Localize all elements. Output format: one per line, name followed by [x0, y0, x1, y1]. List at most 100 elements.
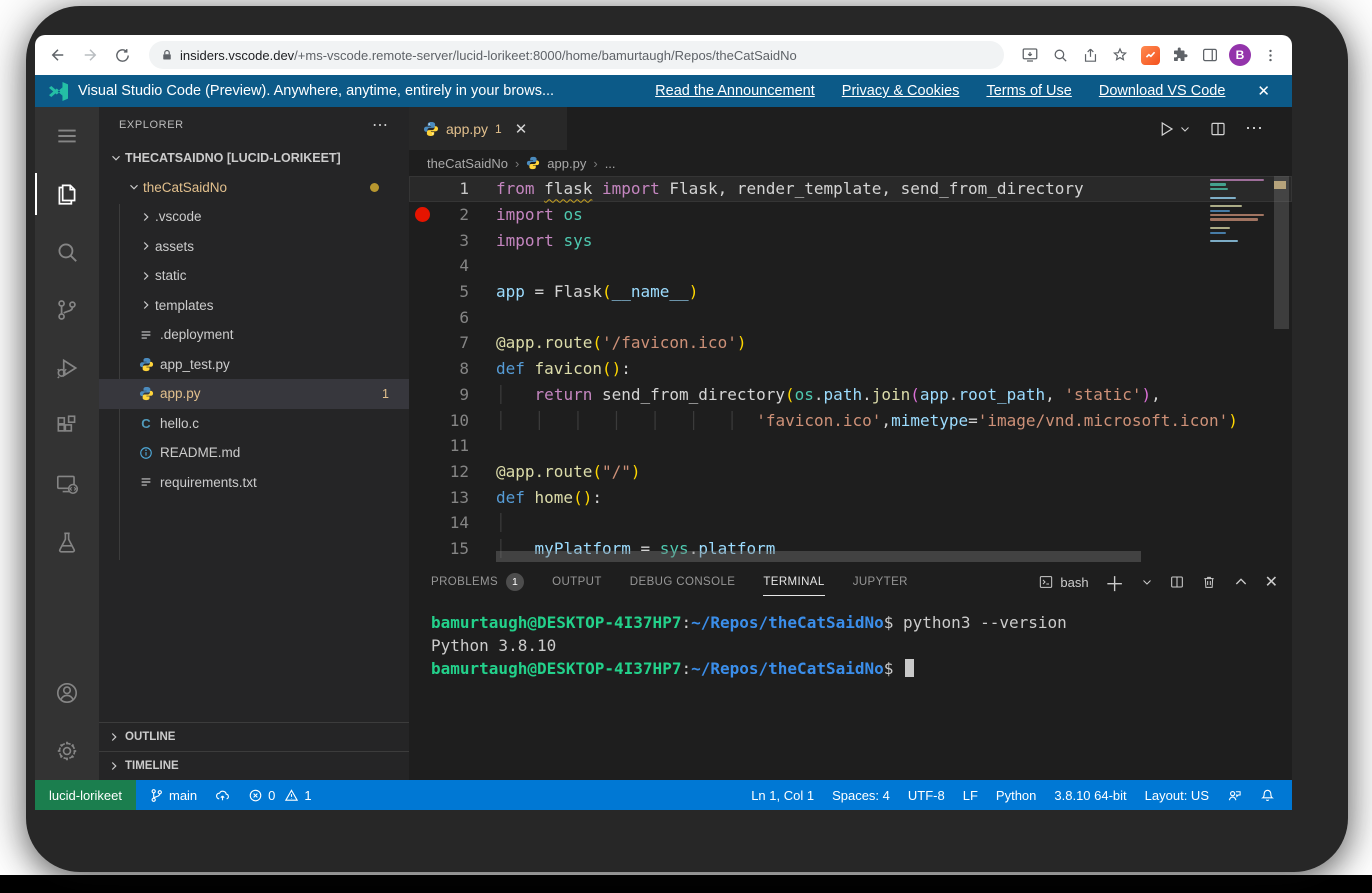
status-item-lf[interactable]: LF: [954, 788, 987, 803]
side-panel-icon[interactable]: [1198, 43, 1222, 67]
panel-tab-output[interactable]: OUTPUT: [552, 563, 602, 601]
breadcrumb-folder[interactable]: theCatSaidNo: [427, 156, 508, 171]
code-line-8[interactable]: 8def favicon():: [409, 356, 1292, 382]
panel-tab-debug-console[interactable]: DEBUG CONSOLE: [630, 563, 736, 601]
notifications-bell-icon[interactable]: [1251, 788, 1284, 803]
tree-item-requirements-txt[interactable]: requirements.txt: [99, 468, 409, 498]
extensions-puzzle-icon[interactable]: [1168, 43, 1192, 67]
account-icon[interactable]: [35, 664, 99, 722]
publish-item[interactable]: [206, 780, 239, 810]
banner-link[interactable]: Privacy & Cookies: [842, 83, 960, 99]
tree-item--deployment[interactable]: .deployment: [99, 320, 409, 350]
address-bar[interactable]: insiders.vscode.dev/+ms-vscode.remote-se…: [149, 41, 1004, 69]
tree-item-hello-c[interactable]: Chello.c: [99, 409, 409, 439]
status-item-3-8-10-64-bit[interactable]: 3.8.10 64-bit: [1045, 788, 1135, 803]
tree-item-assets[interactable]: assets: [99, 232, 409, 262]
tree-item-app-py[interactable]: app.py1: [99, 379, 409, 409]
run-python-icon[interactable]: [1157, 120, 1191, 138]
panel-tab-problems[interactable]: PROBLEMS1: [431, 563, 524, 601]
terminal[interactable]: bamurtaugh@DESKTOP-4I37HP7:~/Repos/theCa…: [409, 601, 1292, 780]
settings-gear-icon[interactable]: [35, 722, 99, 780]
tab-app-py[interactable]: app.py 1 ✕: [409, 107, 567, 150]
code-line-3[interactable]: 3import sys: [409, 227, 1292, 253]
kill-terminal-icon[interactable]: [1201, 574, 1217, 590]
banner-link[interactable]: Read the Announcement: [655, 83, 815, 99]
tree-item--vscode[interactable]: .vscode: [99, 202, 409, 232]
tree-item-thecatsaidno[interactable]: theCatSaidNo: [99, 173, 409, 203]
panel-tab-jupyter[interactable]: JUPYTER: [853, 563, 908, 601]
search-icon[interactable]: [35, 223, 99, 281]
new-terminal-icon[interactable]: ＋: [1105, 568, 1125, 597]
minimap[interactable]: [1210, 179, 1268, 245]
share-icon[interactable]: [1078, 43, 1102, 67]
bookmark-star-icon[interactable]: [1108, 43, 1132, 67]
extensions-icon[interactable]: [35, 397, 99, 455]
vscode-logo-icon: [49, 82, 68, 101]
code-line-4[interactable]: 4: [409, 253, 1292, 279]
panel-tab-terminal[interactable]: TERMINAL: [763, 563, 824, 601]
code-line-1[interactable]: 1from flask import Flask, render_templat…: [409, 176, 1292, 202]
remote-explorer-icon[interactable]: [35, 455, 99, 513]
vertical-scrollbar[interactable]: [1274, 176, 1289, 329]
run-debug-icon[interactable]: [35, 339, 99, 397]
close-panel-icon[interactable]: ✕: [1265, 572, 1278, 592]
profile-avatar[interactable]: B: [1228, 43, 1252, 67]
code-line-12[interactable]: 12@app.route("/"): [409, 459, 1292, 485]
breakpoint-dot[interactable]: [409, 207, 435, 222]
code-line-9[interactable]: 9│ return send_from_directory(os.path.jo…: [409, 382, 1292, 408]
reload-icon[interactable]: [109, 42, 135, 68]
editor-more-icon[interactable]: ⋯: [1245, 118, 1264, 139]
split-terminal-icon[interactable]: [1169, 574, 1185, 590]
code-line-5[interactable]: 5app = Flask(__name__): [409, 279, 1292, 305]
breadcrumb-symbol[interactable]: ...: [605, 156, 616, 171]
code-line-10[interactable]: 10│ │ │ │ │ │ │ 'favicon.ico',mimetype='…: [409, 407, 1292, 433]
terminal-dropdown-icon[interactable]: [1141, 576, 1153, 588]
problems-item[interactable]: 0 1: [239, 780, 320, 810]
tab-close-icon[interactable]: ✕: [515, 120, 528, 138]
split-editor-icon[interactable]: [1209, 120, 1227, 138]
status-item-layout-us[interactable]: Layout: US: [1136, 788, 1218, 803]
code-line-11[interactable]: 11: [409, 433, 1292, 459]
explorer-icon[interactable]: [35, 165, 99, 223]
install-app-icon[interactable]: [1018, 43, 1042, 67]
menu-icon[interactable]: [35, 107, 99, 165]
back-icon[interactable]: [45, 42, 71, 68]
tree-item-thecatsaidno-lucid-lorikeet-[interactable]: THECATSAIDNO [LUCID-LORIKEET]: [99, 143, 409, 173]
code-editor[interactable]: 1from flask import Flask, render_templat…: [409, 176, 1292, 563]
extension-chart-icon[interactable]: [1138, 43, 1162, 67]
banner-link[interactable]: Terms of Use: [986, 83, 1071, 99]
horizontal-scrollbar[interactable]: [496, 551, 1141, 562]
outline-section[interactable]: OUTLINE: [99, 722, 409, 751]
maximize-panel-icon[interactable]: [1233, 574, 1249, 590]
explorer-more-icon[interactable]: ⋯: [372, 115, 389, 135]
code-line-2[interactable]: 2import os: [409, 202, 1292, 228]
tree-item-app-test-py[interactable]: app_test.py: [99, 350, 409, 380]
source-control-icon[interactable]: [35, 281, 99, 339]
forward-icon[interactable]: [77, 42, 103, 68]
testing-beaker-icon[interactable]: [35, 513, 99, 571]
shell-picker[interactable]: bash: [1038, 574, 1088, 590]
branch-item[interactable]: main: [140, 780, 206, 810]
status-item-spaces-4[interactable]: Spaces: 4: [823, 788, 899, 803]
feedback-icon[interactable]: [1218, 788, 1251, 803]
zoom-icon[interactable]: [1048, 43, 1072, 67]
code-line-6[interactable]: 6: [409, 304, 1292, 330]
browser-menu-icon[interactable]: [1258, 43, 1282, 67]
banner-close-icon[interactable]: ✕: [1257, 82, 1270, 100]
remote-indicator[interactable]: lucid-lorikeet: [35, 780, 136, 810]
code-line-13[interactable]: 13def home():: [409, 484, 1292, 510]
breadcrumb[interactable]: theCatSaidNo › app.py › ...: [409, 150, 1292, 176]
status-item-utf-8[interactable]: UTF-8: [899, 788, 954, 803]
timeline-section[interactable]: TIMELINE: [99, 751, 409, 780]
banner-link[interactable]: Download VS Code: [1099, 83, 1226, 99]
explorer-header: EXPLORER ⋯: [99, 107, 409, 143]
code-line-14[interactable]: 14│: [409, 510, 1292, 536]
status-item-python[interactable]: Python: [987, 788, 1045, 803]
tree-item-static[interactable]: static: [99, 261, 409, 291]
code-line-7[interactable]: 7@app.route('/favicon.ico'): [409, 330, 1292, 356]
breadcrumb-file[interactable]: app.py: [547, 156, 586, 171]
status-item-ln-1-col-1[interactable]: Ln 1, Col 1: [742, 788, 823, 803]
python-icon: [526, 156, 540, 170]
tree-item-readme-md[interactable]: README.md: [99, 438, 409, 468]
tree-item-templates[interactable]: templates: [99, 291, 409, 321]
